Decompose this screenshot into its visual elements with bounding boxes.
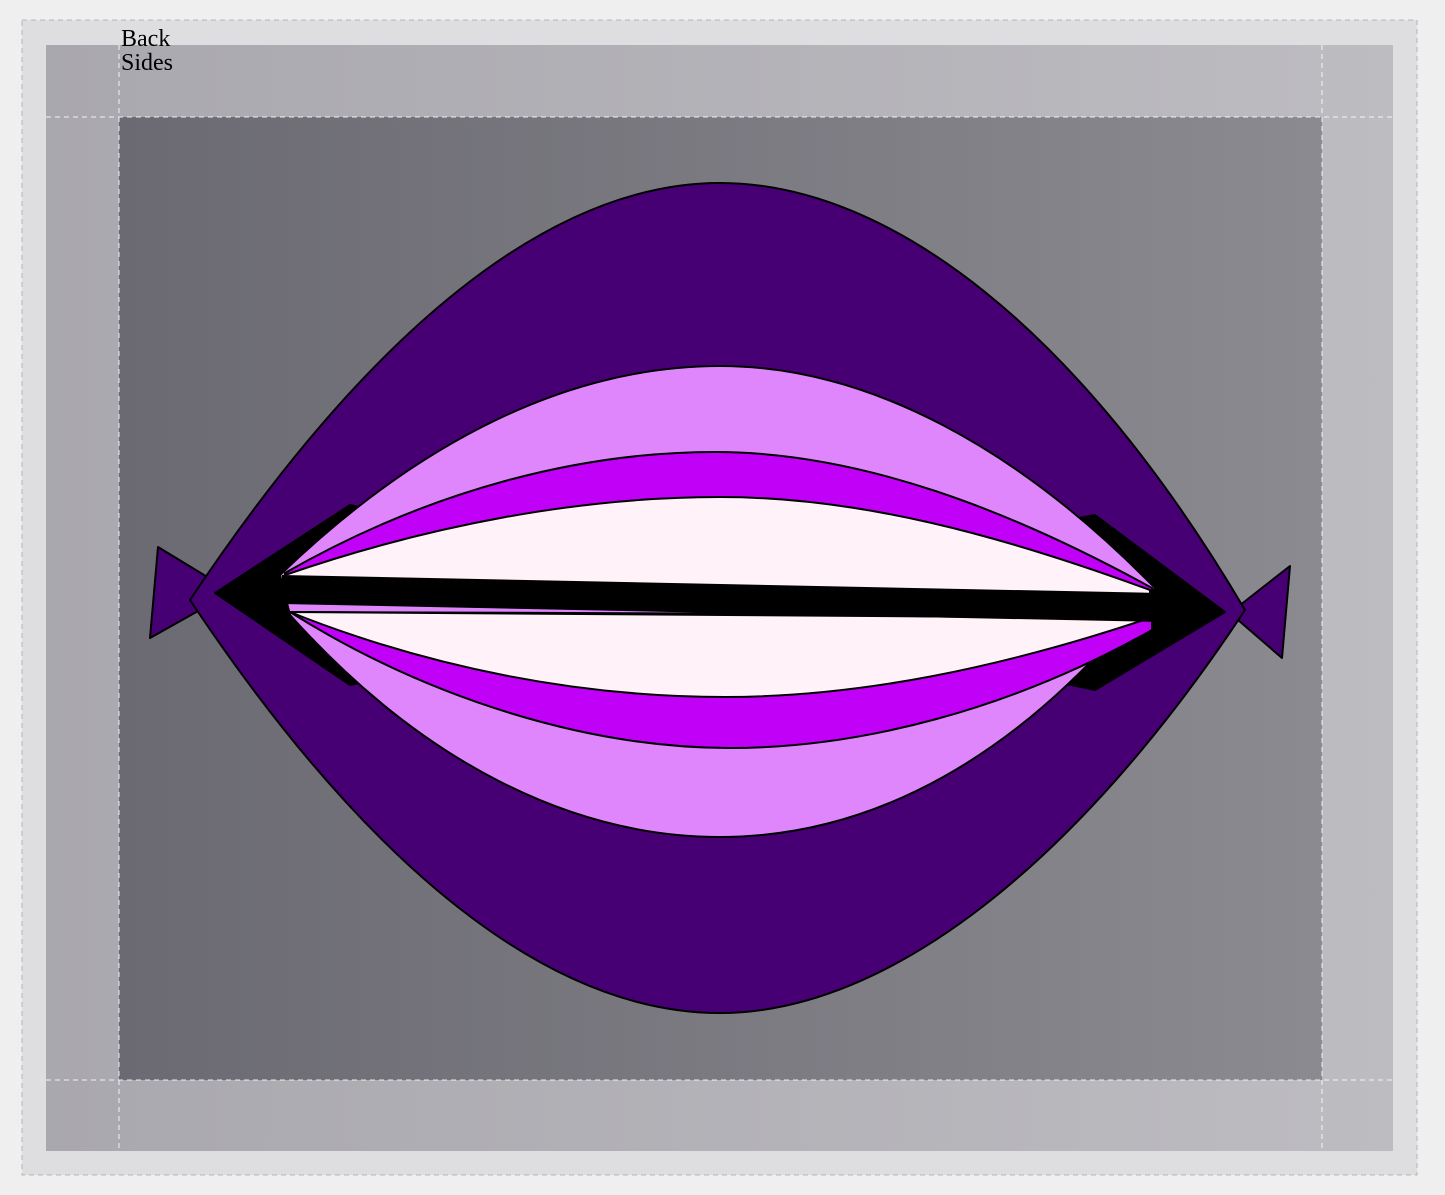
- canvas-stage: Back Sides: [0, 0, 1445, 1195]
- sides-label: Sides: [121, 50, 173, 76]
- design-canvas: Back Sides: [21, 19, 1418, 1176]
- back-label: Back: [121, 26, 170, 52]
